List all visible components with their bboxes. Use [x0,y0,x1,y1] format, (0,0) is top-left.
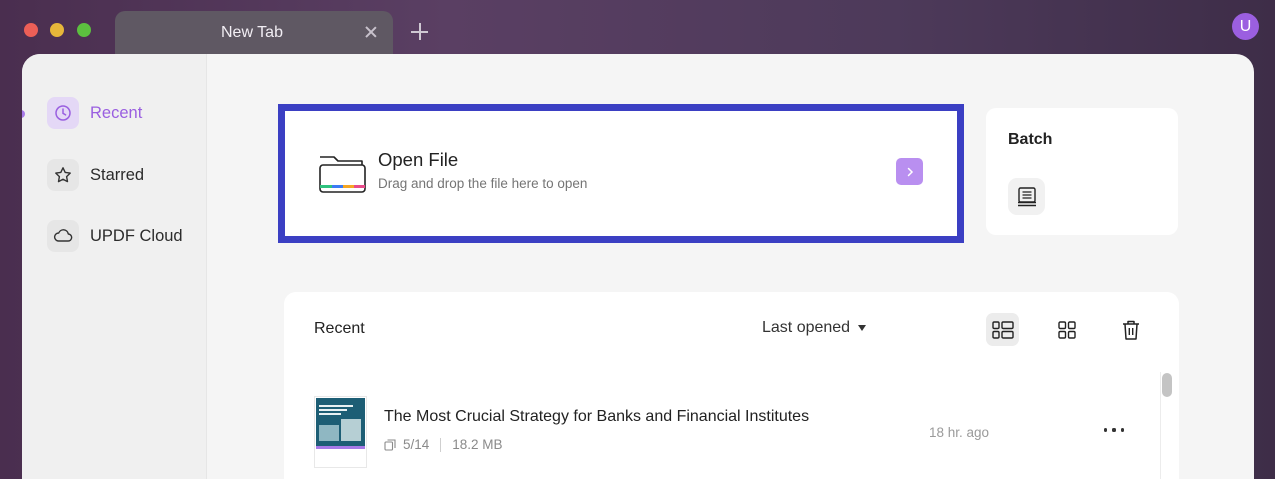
maximize-window-button[interactable] [77,23,91,37]
sort-label: Last opened [762,319,851,336]
open-file-subtitle: Drag and drop the file here to open [378,176,588,191]
recent-files-panel: Recent Last opened The Most Crucial Stra… [284,292,1179,479]
grid-view-icon [1057,320,1076,339]
recent-section-title: Recent [314,320,365,337]
new-tab-plus-icon[interactable] [411,23,428,40]
trash-icon [1122,320,1139,340]
file-thumbnail [314,396,367,468]
sort-dropdown[interactable]: Last opened [762,319,867,337]
sidebar: Recent Starred UPDF Cloud [22,54,207,479]
close-window-button[interactable] [24,23,38,37]
minimize-window-button[interactable] [50,23,64,37]
batch-card[interactable]: Batch [986,108,1178,235]
meta-divider [440,437,442,452]
cloud-icon [47,220,79,252]
open-file-arrow-button[interactable] [896,158,923,185]
folder-icon [317,147,367,195]
more-options-icon[interactable] [1104,424,1124,436]
delete-button[interactable] [1114,313,1147,346]
close-tab-icon[interactable] [363,24,379,40]
file-opened-time: 18 hr. ago [929,425,990,440]
star-icon [47,159,79,191]
sidebar-item-label: UPDF Cloud [90,226,183,245]
caret-down-icon [858,325,867,331]
open-file-card[interactable]: Open File Drag and drop the file here to… [278,104,964,243]
tab-title: New Tab [221,24,283,41]
sidebar-item-recent[interactable]: Recent [47,97,142,129]
main-content: Open File Drag and drop the file here to… [208,54,1254,479]
clock-icon [47,97,79,129]
file-pages: 5/14 [403,437,430,452]
sidebar-item-updf-cloud[interactable]: UPDF Cloud [47,220,183,252]
scrollbar-thumb[interactable] [1162,373,1172,397]
tab-new-tab[interactable]: New Tab [115,11,393,54]
avatar[interactable]: U [1232,13,1259,40]
pages-icon [384,438,396,451]
batch-stack-icon [1008,178,1045,215]
list-view-icon [991,320,1014,339]
active-indicator-dot [22,110,25,118]
file-name: The Most Crucial Strategy for Banks and … [384,408,810,425]
file-meta: 5/14 18.2 MB [384,437,503,452]
app-window: Recent Starred UPDF Cloud Open File Drag… [22,54,1254,479]
title-bar: New Tab U [0,0,1275,54]
file-size: 18.2 MB [452,437,503,452]
sidebar-item-starred[interactable]: Starred [47,159,144,191]
list-view-button[interactable] [986,313,1019,346]
open-file-title: Open File [378,149,459,170]
sidebar-item-label: Starred [90,165,145,184]
batch-title: Batch [1008,131,1053,148]
sidebar-item-label: Recent [90,103,143,122]
chevron-right-icon [907,167,913,176]
file-row[interactable]: The Most Crucial Strategy for Banks and … [284,390,1164,470]
grid-view-button[interactable] [1050,313,1083,346]
